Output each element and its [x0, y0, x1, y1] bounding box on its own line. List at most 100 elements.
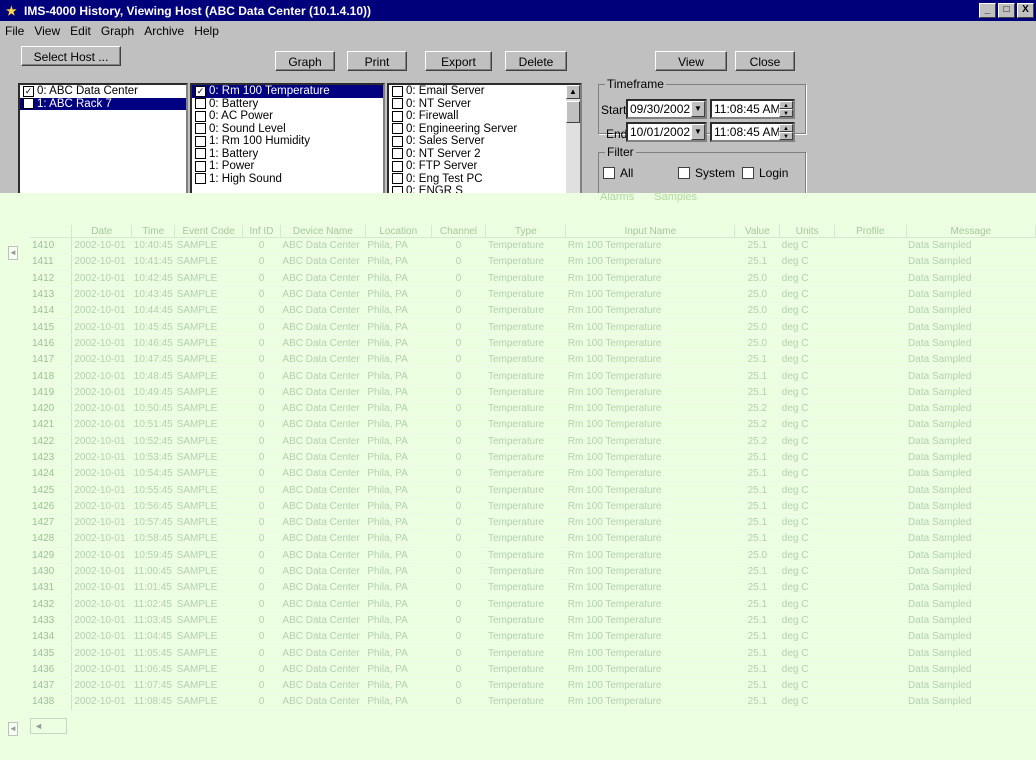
menu-archive[interactable]: Archive [139, 24, 189, 38]
column-header[interactable]: Inf ID [242, 225, 281, 238]
column-header[interactable] [30, 225, 73, 238]
column-header[interactable]: Input Name [565, 225, 736, 238]
table-row[interactable]: 1431 2002-10-01 11:01:45 SAMPLE 0 ABC Data Ce… [30, 579, 1036, 597]
list-item[interactable]: ✓ 0: ABC Data Center [20, 85, 186, 98]
list-item[interactable]: 0: Sales Server [389, 135, 580, 148]
horizontal-scrollbar[interactable]: ◄ [30, 718, 67, 734]
checkbox[interactable] [392, 135, 403, 147]
table-row[interactable]: 1438 2002-10-01 11:08:45 SAMPLE 0 ABC Data Ce… [30, 693, 1036, 711]
export-button[interactable]: Export [425, 51, 492, 71]
list-item[interactable]: 1: High Sound [192, 173, 383, 186]
checkbox[interactable] [195, 135, 206, 147]
checkbox[interactable] [392, 123, 403, 135]
grid-scroll-marker[interactable]: ◄ [8, 246, 18, 260]
checkbox[interactable] [195, 160, 206, 172]
end-date-select[interactable]: 10/01/2002 ▼ [626, 122, 707, 142]
select-host-button[interactable]: Select Host ... [21, 46, 121, 66]
table-row[interactable]: 1421 2002-10-01 10:51:45 SAMPLE 0 ABC Data Ce… [30, 416, 1036, 434]
maximize-icon[interactable]: □ [998, 3, 1015, 18]
menu-view[interactable]: View [29, 24, 65, 38]
table-row[interactable]: 1437 2002-10-01 11:07:45 SAMPLE 0 ABC Data Ce… [30, 677, 1036, 695]
table-row[interactable]: 1430 2002-10-01 11:00:45 SAMPLE 0 ABC Data Ce… [30, 563, 1036, 581]
table-row[interactable]: 1435 2002-10-01 11:05:45 SAMPLE 0 ABC Data Ce… [30, 644, 1036, 662]
start-date-select[interactable]: 09/30/2002 ▼ [626, 99, 707, 119]
table-row[interactable]: 1425 2002-10-01 10:55:45 SAMPLE 0 ABC Data Ce… [30, 481, 1036, 499]
checkbox[interactable] [603, 167, 615, 179]
checkbox[interactable] [392, 85, 403, 97]
checkbox[interactable] [195, 98, 206, 110]
table-row[interactable]: 1424 2002-10-01 10:54:45 SAMPLE 0 ABC Data Ce… [30, 465, 1036, 483]
checkbox[interactable] [195, 123, 206, 135]
spinner-icon[interactable]: ▲ ▼ [779, 124, 793, 140]
table-row[interactable]: 1415 2002-10-01 10:45:45 SAMPLE 0 ABC Data Ce… [30, 318, 1036, 336]
list-item[interactable]: 1: Rm 100 Humidity [192, 135, 383, 148]
filter-all-checkbox[interactable]: All [603, 166, 633, 180]
list-item[interactable]: 1: ABC Rack 7 [20, 97, 186, 110]
column-header[interactable]: Channel [431, 225, 487, 238]
column-header[interactable]: Event Code [174, 225, 244, 238]
list-item[interactable]: 0: Sound Level [192, 123, 383, 136]
table-row[interactable]: 1428 2002-10-01 10:58:45 SAMPLE 0 ABC Data Ce… [30, 530, 1036, 548]
end-time-spinner[interactable]: 11:08:45 AM ▲ ▼ [710, 122, 795, 142]
delete-button[interactable]: Delete [505, 51, 567, 71]
checkbox[interactable] [678, 167, 690, 179]
spinner-icon[interactable]: ▲ ▼ [779, 101, 793, 117]
filter-samples-label[interactable]: Samples [654, 191, 697, 203]
table-row[interactable]: 1411 2002-10-01 10:41:45 SAMPLE 0 ABC Data Ce… [30, 253, 1036, 271]
list-item[interactable]: 0: Eng Test PC [389, 173, 580, 186]
table-row[interactable]: 1418 2002-10-01 10:48:45 SAMPLE 0 ABC Data Ce… [30, 367, 1036, 385]
list-item[interactable]: 0: Battery [192, 98, 383, 111]
chevron-down-icon[interactable]: ▼ [691, 124, 705, 140]
table-row[interactable]: 1419 2002-10-01 10:49:45 SAMPLE 0 ABC Data Ce… [30, 384, 1036, 401]
checkbox[interactable] [392, 173, 403, 185]
column-header[interactable]: Value [734, 225, 781, 238]
checkbox[interactable] [392, 160, 403, 172]
table-row[interactable]: 1413 2002-10-01 10:43:45 SAMPLE 0 ABC Data Ce… [30, 286, 1036, 304]
chevron-down-icon[interactable]: ▼ [691, 101, 705, 117]
scroll-thumb[interactable] [566, 101, 580, 123]
graph-button[interactable]: Graph [275, 51, 335, 71]
table-row[interactable]: 1422 2002-10-01 10:52:45 SAMPLE 0 ABC Data Ce… [30, 433, 1036, 450]
checkbox[interactable] [195, 173, 206, 185]
column-header[interactable]: Message [906, 225, 1036, 238]
filter-system-checkbox[interactable]: System [678, 166, 735, 180]
menu-graph[interactable]: Graph [96, 24, 139, 38]
checkbox[interactable] [23, 98, 34, 110]
list-item[interactable]: ✓ 0: Rm 100 Temperature [192, 85, 383, 98]
list-item[interactable]: 0: Engineering Server [389, 123, 580, 136]
list-item[interactable]: 1: Battery [192, 148, 383, 161]
print-button[interactable]: Print [347, 51, 407, 71]
input-list[interactable]: ✓ 0: Rm 100 Temperature 0: Battery 0: AC … [190, 83, 385, 195]
column-header[interactable]: Device Name [280, 225, 366, 238]
checkbox[interactable] [392, 148, 403, 160]
close-button[interactable]: Close [735, 51, 795, 71]
table-row[interactable]: 1433 2002-10-01 11:03:45 SAMPLE 0 ABC Data Ce… [30, 612, 1036, 630]
table-row[interactable]: 1426 2002-10-01 10:56:45 SAMPLE 0 ABC Data Ce… [30, 498, 1036, 516]
close-icon[interactable]: X [1017, 3, 1034, 18]
table-row[interactable]: 1432 2002-10-01 11:02:45 SAMPLE 0 ABC Data Ce… [30, 596, 1036, 613]
minimize-icon[interactable]: _ [979, 3, 996, 18]
list-item[interactable]: 0: Email Server [389, 85, 580, 98]
checkbox[interactable]: ✓ [23, 85, 34, 97]
menu-file[interactable]: File [0, 24, 29, 38]
checkbox[interactable] [195, 148, 206, 160]
table-row[interactable]: 1423 2002-10-01 10:53:45 SAMPLE 0 ABC Data Ce… [30, 449, 1036, 467]
column-header[interactable]: Date [71, 225, 133, 238]
table-row[interactable]: 1414 2002-10-01 10:44:45 SAMPLE 0 ABC Data Ce… [30, 302, 1036, 320]
menu-edit[interactable]: Edit [65, 24, 96, 38]
column-header[interactable]: Location [365, 225, 432, 238]
list-item[interactable]: 1: Power [192, 160, 383, 173]
checkbox[interactable] [195, 110, 206, 122]
table-row[interactable]: 1427 2002-10-01 10:57:45 SAMPLE 0 ABC Data Ce… [30, 514, 1036, 532]
table-row[interactable]: 1412 2002-10-01 10:42:45 SAMPLE 0 ABC Data Ce… [30, 270, 1036, 287]
list-item[interactable]: 0: Firewall [389, 110, 580, 123]
checkbox[interactable] [392, 98, 403, 110]
column-header[interactable]: Type [485, 225, 567, 238]
filter-alarms-label[interactable]: Alarms [600, 191, 634, 203]
list-item[interactable]: 0: AC Power [192, 110, 383, 123]
menu-help[interactable]: Help [189, 24, 224, 38]
checkbox[interactable] [742, 167, 754, 179]
scroll-up-icon[interactable]: ▲ [566, 85, 580, 99]
list-scrollbar[interactable]: ▲ [566, 85, 580, 193]
column-header[interactable]: Time [131, 225, 176, 238]
